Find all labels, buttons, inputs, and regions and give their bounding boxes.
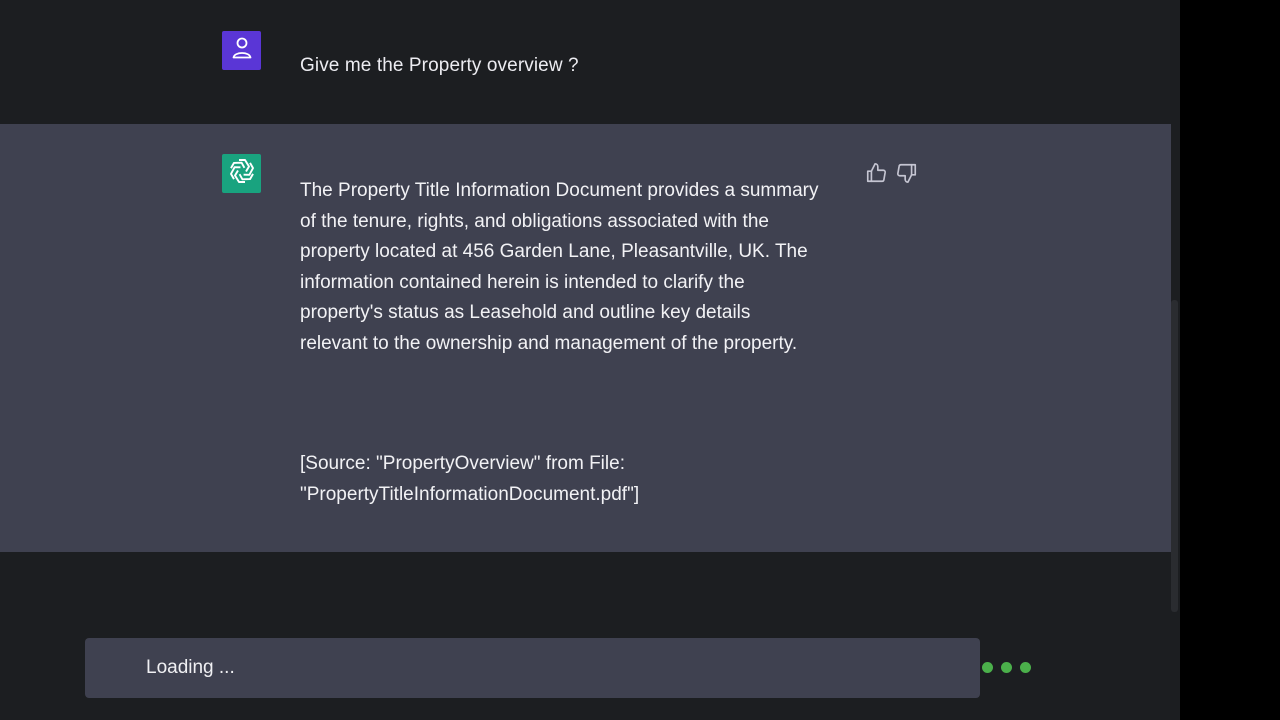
outer-margin xyxy=(1180,0,1280,720)
assistant-message-row: The Property Title Information Document … xyxy=(0,124,1171,552)
user-message-row: Give me the Property overview ? xyxy=(0,0,1171,124)
loading-dot xyxy=(982,662,993,673)
user-avatar xyxy=(222,31,261,70)
loading-indicator xyxy=(982,662,1031,673)
chat-window: Give me the Property overview ? The Prop… xyxy=(0,0,1180,720)
thumbs-down-icon xyxy=(896,162,918,189)
loading-bar: Loading ... xyxy=(85,638,980,698)
assistant-avatar xyxy=(222,154,261,193)
loading-dot xyxy=(1001,662,1012,673)
loading-dot xyxy=(1020,662,1031,673)
loading-text: Loading ... xyxy=(146,657,235,678)
thumbs-up-icon xyxy=(865,162,887,189)
thumbs-down-button[interactable] xyxy=(894,162,920,188)
assistant-source-citation: [Source: "PropertyOverview" from File: "… xyxy=(300,453,640,505)
openai-logo-icon xyxy=(227,156,257,191)
user-icon xyxy=(231,36,253,65)
assistant-message-text: The Property Title Information Document … xyxy=(300,180,819,354)
user-message-text: Give me the Property overview ? xyxy=(300,55,579,76)
thumbs-up-button[interactable] xyxy=(863,162,889,188)
scrollbar[interactable] xyxy=(1171,300,1178,612)
